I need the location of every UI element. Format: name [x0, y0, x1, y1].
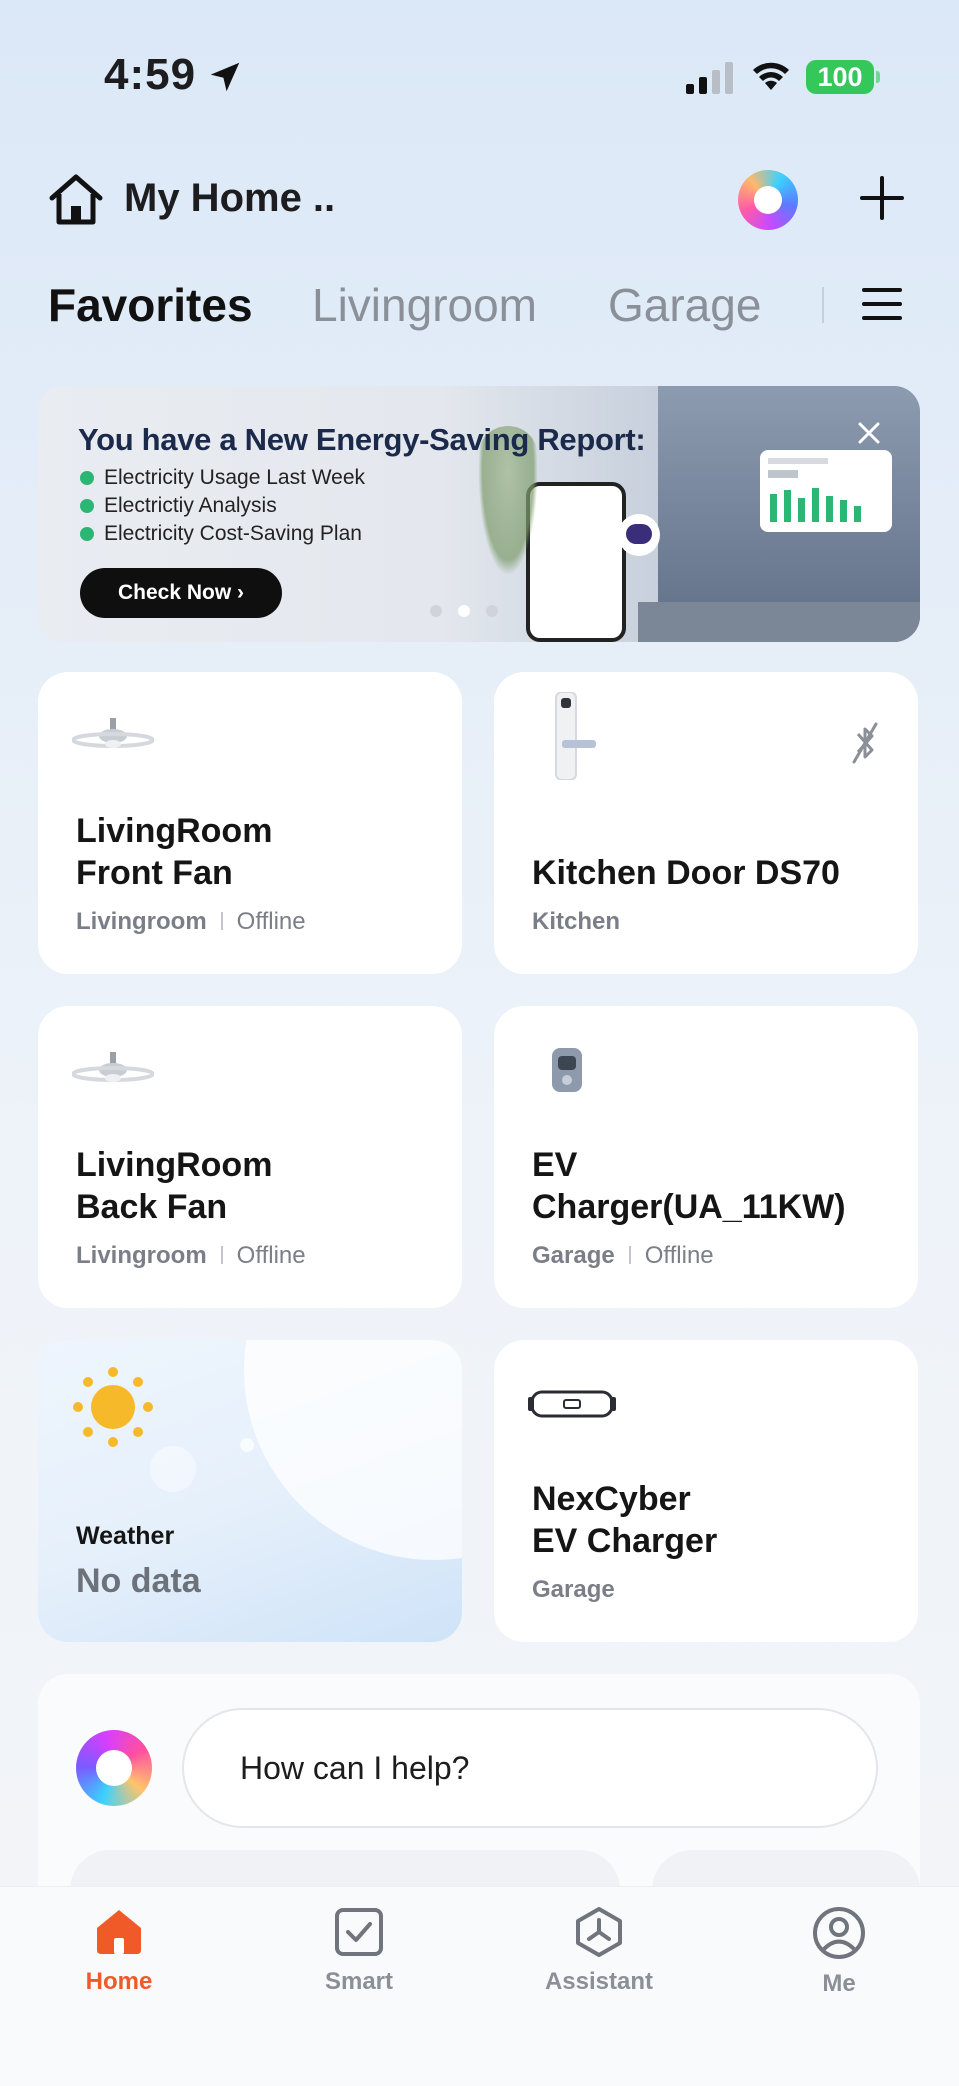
device-meta: Livingroom Offline: [76, 1242, 306, 1269]
menu-icon[interactable]: [862, 286, 902, 322]
home-icon[interactable]: [48, 172, 104, 226]
sun-icon: [73, 1367, 153, 1447]
banner-bar-chart-icon: [768, 458, 861, 522]
weather-label: Weather: [76, 1522, 175, 1550]
tab-livingroom[interactable]: Livingroom: [312, 278, 537, 332]
device-meta: Garage: [532, 1576, 615, 1603]
device-name: Kitchen Door DS70: [532, 854, 840, 892]
carousel-dot-active[interactable]: [458, 605, 470, 617]
ai-assistant-orb-icon[interactable]: [738, 170, 798, 230]
tab-garage[interactable]: Garage: [608, 278, 761, 332]
ceiling-fan-icon: [72, 1052, 154, 1082]
assistant-hexagon-icon: [576, 1907, 622, 1957]
nav-me[interactable]: Me: [749, 1906, 929, 1998]
bluetooth-off-icon: [852, 722, 878, 764]
wifi-icon: [753, 62, 789, 90]
banner-bullet-item: Electricity Cost-Saving Plan: [80, 522, 362, 546]
banner-counter: [638, 602, 920, 642]
checkbox-icon: [335, 1908, 383, 1956]
device-name: EV Charger(UA_11KW): [532, 1146, 846, 1226]
check-now-button[interactable]: Check Now ›: [80, 568, 282, 618]
banner-title: You have a New Energy-Saving Report:: [78, 422, 646, 457]
tab-favorites[interactable]: Favorites: [48, 278, 253, 332]
weather-card[interactable]: Weather No data: [38, 1340, 462, 1642]
device-card-livingroom-back-fan[interactable]: LivingRoom Back Fan Livingroom Offline: [38, 1006, 462, 1308]
device-name: LivingRoom Front Fan: [76, 812, 273, 892]
nav-label: Me: [822, 1970, 856, 1997]
weather-cloud-shape: [244, 1340, 462, 1560]
banner-chart-panel: [760, 450, 892, 532]
banner-phone-mockup: [526, 482, 626, 642]
user-profile-icon: [813, 1907, 865, 1959]
check-dot-icon: [80, 527, 94, 541]
nav-home[interactable]: Home: [29, 1906, 209, 1996]
check-dot-icon: [80, 471, 94, 485]
door-lock-icon: [555, 692, 596, 780]
status-time: 4:59: [104, 50, 197, 99]
ceiling-fan-icon: [72, 718, 154, 748]
add-button[interactable]: [856, 172, 908, 224]
energy-report-banner[interactable]: You have a New Energy-Saving Report: Ele…: [38, 386, 920, 642]
device-name: NexCyber EV Charger: [532, 1480, 718, 1560]
banner-robot-icon: [618, 514, 660, 556]
tab-divider: [822, 287, 824, 323]
nav-label: Assistant: [544, 1968, 654, 1995]
weather-value: No data: [76, 1562, 201, 1600]
status-offline: Offline: [236, 1242, 306, 1269]
close-icon[interactable]: [856, 420, 882, 446]
banner-bullet-item: Electrictiy Analysis: [80, 494, 277, 518]
device-card-livingroom-front-fan[interactable]: LivingRoom Front Fan Livingroom Offline: [38, 672, 462, 974]
nav-smart[interactable]: Smart: [269, 1906, 449, 1996]
home-filled-icon: [97, 1910, 141, 1954]
carousel-dots[interactable]: [430, 604, 514, 622]
status-offline: Offline: [644, 1242, 714, 1269]
assistant-prompt-input[interactable]: How can I help?: [182, 1708, 878, 1828]
device-card-ev-charger[interactable]: EV Charger(UA_11KW) Garage Offline: [494, 1006, 918, 1308]
device-meta: Livingroom Offline: [76, 908, 306, 935]
home-selector[interactable]: My Home ..: [124, 176, 335, 221]
device-card-nexcyber-ev-charger[interactable]: NexCyber EV Charger Garage: [494, 1340, 918, 1642]
nav-label: Home: [85, 1968, 153, 1995]
cellular-signal-icon: [686, 62, 733, 94]
nav-label: Smart: [324, 1968, 394, 1995]
carousel-dot[interactable]: [430, 605, 442, 617]
weather-bubble: [240, 1438, 254, 1452]
location-arrow-icon: [210, 62, 240, 92]
device-meta: Kitchen: [532, 908, 621, 935]
weather-bubble: [150, 1446, 196, 1492]
device-name: LivingRoom Back Fan: [76, 1146, 273, 1226]
battery-indicator: 100: [806, 60, 880, 94]
device-card-kitchen-door[interactable]: Kitchen Door DS70 Kitchen: [494, 672, 918, 974]
ev-charger-icon: [552, 1048, 582, 1092]
banner-bullet-item: Electricity Usage Last Week: [80, 466, 365, 490]
status-offline: Offline: [236, 908, 306, 935]
device-meta: Garage Offline: [532, 1242, 714, 1269]
portable-charger-icon: [528, 1390, 616, 1418]
nav-assistant[interactable]: Assistant: [509, 1906, 689, 1996]
carousel-dot[interactable]: [486, 605, 498, 617]
check-dot-icon: [80, 499, 94, 513]
ai-assistant-orb-icon[interactable]: [76, 1730, 152, 1806]
